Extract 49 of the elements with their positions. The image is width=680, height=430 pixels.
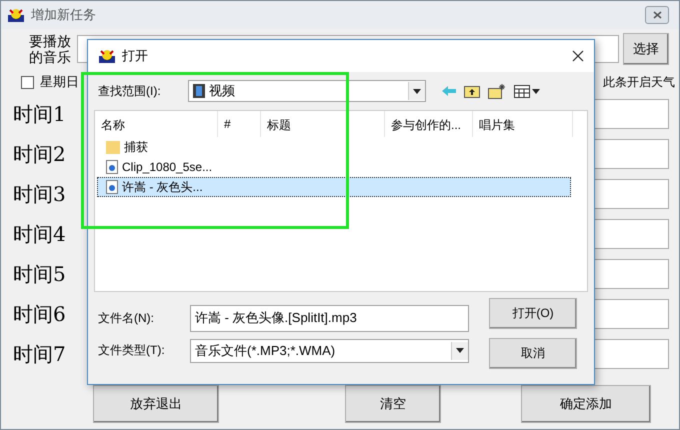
time-label: 时间5 — [13, 260, 67, 288]
file-row[interactable]: Clip_1080_5se... — [97, 157, 585, 177]
folder-icon — [106, 140, 120, 154]
look-in-combo[interactable]: 视频 — [188, 80, 426, 102]
caret-icon — [532, 88, 540, 94]
app-icon — [98, 48, 116, 64]
dialog-title: 打开 — [122, 47, 149, 65]
quit-button[interactable]: 放弃退出 — [93, 385, 219, 423]
filename-label: 文件名(N): — [98, 310, 155, 326]
window-title: 增加新任务 — [31, 6, 97, 24]
film-icon — [193, 84, 205, 98]
cancel-button[interactable]: 取消 — [489, 338, 577, 369]
grid-view-icon — [514, 84, 530, 98]
dropdown-arrow-icon — [456, 348, 464, 353]
close-icon[interactable] — [572, 50, 584, 62]
view-menu-button[interactable] — [514, 84, 540, 98]
filetype-label: 文件类型(T): — [98, 342, 166, 359]
column-header[interactable]: # — [218, 111, 261, 137]
time-label: 时间4 — [13, 220, 67, 248]
sunday-checkbox[interactable] — [21, 76, 34, 88]
time-label: 时间3 — [13, 180, 67, 208]
file-row[interactable]: 许嵩 - 灰色头... — [97, 177, 571, 197]
time-label: 时间1 — [13, 100, 67, 128]
up-folder-icon[interactable] — [464, 84, 480, 98]
close-icon — [652, 11, 662, 19]
dropdown-arrow-icon — [413, 88, 421, 94]
music-label: 要播放的音乐 — [29, 33, 72, 65]
open-button[interactable]: 打开(O) — [489, 298, 577, 329]
column-header[interactable]: 参与创作的... — [385, 111, 473, 137]
new-folder-icon[interactable] — [488, 84, 506, 98]
column-header[interactable]: 唱片集 — [473, 111, 573, 137]
filetype-select[interactable]: 音乐文件(*.MP3;*.WMA) — [190, 338, 469, 362]
close-button[interactable] — [645, 6, 669, 24]
time-label: 时间2 — [13, 140, 67, 168]
audio-file-icon — [106, 180, 118, 194]
audio-file-icon — [106, 160, 118, 174]
column-header[interactable]: 标题 — [261, 111, 385, 137]
sunday-label: 星期日 — [40, 73, 79, 91]
filename-field[interactable]: 许嵩 - 灰色头像.[SplitIt].mp3 — [190, 304, 469, 332]
time-label: 时间6 — [13, 300, 67, 328]
choose-button[interactable]: 选择 — [623, 33, 669, 65]
look-in-label: 查找范围(I): — [98, 82, 162, 100]
clear-button[interactable]: 清空 — [345, 385, 441, 423]
time-label: 时间7 — [13, 340, 67, 368]
app-icon — [7, 7, 25, 23]
column-header[interactable]: 名称 — [95, 111, 218, 137]
confirm-add-button[interactable]: 确定添加 — [521, 385, 651, 423]
weather-label: 此条开启天气 — [603, 74, 675, 90]
file-row[interactable]: 捕获 — [97, 137, 585, 157]
